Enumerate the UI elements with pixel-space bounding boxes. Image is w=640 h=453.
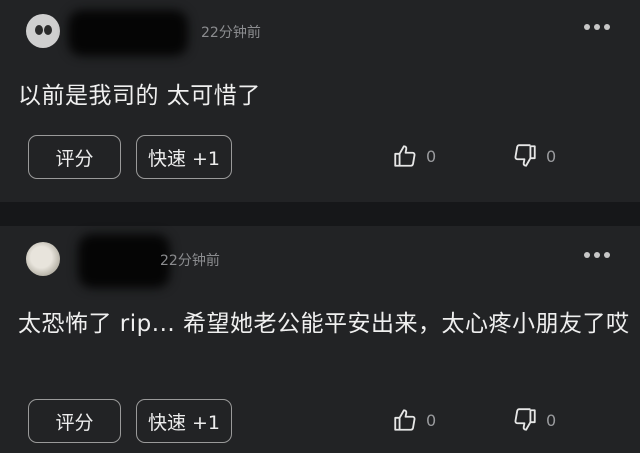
comment-header: 22分钟前: [26, 10, 626, 56]
comment-time: 22分钟前: [160, 253, 220, 269]
more-dots-icon[interactable]: [584, 24, 610, 30]
thumbs-up-icon: [394, 145, 416, 167]
comment-header: 22分钟前: [26, 234, 626, 288]
username-redacted: [68, 10, 188, 56]
quick-plus-one-button[interactable]: 快速 +1: [136, 135, 232, 179]
comment-time: 22分钟前: [201, 25, 261, 41]
more-dots-icon[interactable]: [584, 252, 610, 258]
rate-button[interactable]: 评分: [28, 135, 121, 179]
username-redacted: [78, 234, 170, 288]
dislike-button[interactable]: 0: [512, 143, 556, 169]
comment-text: 以前是我司的 太可惜了: [18, 83, 261, 109]
dislike-count: 0: [546, 146, 557, 166]
avatar[interactable]: [26, 242, 60, 276]
thumbs-down-icon: [514, 144, 536, 167]
comment-text: 太恐怖了 rip... 希望她老公能平安出来，太心疼小朋友了哎: [18, 311, 630, 337]
avatar[interactable]: [26, 14, 60, 48]
dislike-count: 0: [546, 410, 557, 430]
rate-button[interactable]: 评分: [28, 399, 121, 443]
quick-plus-one-button[interactable]: 快速 +1: [136, 399, 232, 443]
like-count: 0: [426, 410, 437, 430]
thumbs-up-icon: [394, 409, 416, 431]
thumbs-down-icon: [514, 408, 536, 431]
like-count: 0: [426, 146, 437, 166]
like-button[interactable]: 0: [392, 143, 436, 169]
like-button[interactable]: 0: [392, 407, 436, 433]
comment-card: 22分钟前 太恐怖了 rip... 希望她老公能平安出来，太心疼小朋友了哎 评分…: [0, 226, 640, 453]
comment-card: 22分钟前 以前是我司的 太可惜了 评分 快速 +1 0 0: [0, 0, 640, 202]
dislike-button[interactable]: 0: [512, 407, 556, 433]
